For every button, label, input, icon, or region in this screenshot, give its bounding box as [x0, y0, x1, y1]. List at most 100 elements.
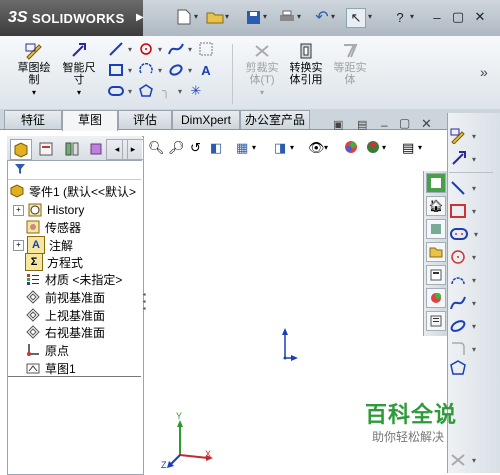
display-style-dropdown-icon[interactable]: ▾	[290, 143, 294, 152]
tree-item-equations[interactable]: Σ 方程式	[25, 253, 83, 271]
sketch-dropdown-icon[interactable]: ▾	[32, 88, 36, 97]
new-document-icon[interactable]	[175, 8, 193, 26]
zoom-to-fit-icon[interactable]: 🔍︎	[148, 140, 165, 156]
slot-dropdown-icon[interactable]: ▾	[128, 87, 134, 96]
circle-right-button[interactable]: ▾	[450, 247, 490, 267]
panel-scroll-right-button[interactable]: ▸	[122, 139, 144, 160]
smart-dimension-dropdown-icon[interactable]: ▾	[77, 88, 81, 97]
expand-icon[interactable]: +	[13, 239, 24, 251]
view-palette-icon[interactable]	[426, 265, 446, 285]
circle-dropdown-icon[interactable]: ▾	[158, 45, 164, 54]
design-library-icon[interactable]	[426, 219, 446, 239]
tree-root[interactable]: 零件1 (默认<<默认>	[9, 182, 136, 200]
view-settings-icon[interactable]: ▤	[402, 140, 414, 156]
menu-expand-arrow[interactable]: ▶	[136, 12, 144, 23]
arc-dropdown-icon[interactable]: ▾	[158, 66, 164, 75]
line-right-button[interactable]: ▾	[450, 178, 490, 198]
circle-icon[interactable]	[138, 41, 154, 57]
ellipse-right-button[interactable]: ▾	[450, 316, 490, 336]
display-style-icon[interactable]: ◨	[274, 140, 286, 156]
help-dropdown-icon[interactable]: ▾	[410, 12, 414, 21]
line-icon[interactable]	[108, 41, 124, 57]
print-dropdown-icon[interactable]: ▾	[297, 12, 301, 21]
tree-item-annotations[interactable]: + A 注解	[13, 236, 73, 254]
spline-icon[interactable]	[168, 41, 184, 57]
filter-icon[interactable]	[14, 163, 26, 178]
previous-view-icon[interactable]: ↺	[190, 140, 201, 156]
rectangle-icon[interactable]	[108, 62, 124, 78]
custom-properties-icon[interactable]	[426, 311, 446, 331]
minimize-button[interactable]: –	[428, 8, 446, 26]
ribbon-expand-icon[interactable]: »	[480, 64, 488, 80]
expand-icon[interactable]: +	[13, 204, 24, 216]
tree-item-material[interactable]: 材质 <未指定>	[25, 270, 122, 288]
close-button[interactable]: ✕	[471, 8, 489, 26]
tree-item-front-plane[interactable]: 前视基准面	[25, 288, 105, 306]
appearances-scenes-icon[interactable]	[426, 288, 446, 308]
point-icon[interactable]: ✳	[188, 83, 204, 99]
tree-item-sensors[interactable]: 传感器	[25, 218, 81, 236]
tab-sketch[interactable]: 草图	[62, 110, 118, 131]
tile-icon[interactable]: ▣	[333, 118, 343, 131]
grid-snap-icon[interactable]	[198, 41, 214, 57]
solidworks-resources-icon[interactable]	[426, 173, 446, 193]
line-dropdown-icon[interactable]: ▾	[128, 45, 134, 54]
property-manager-tab-icon[interactable]	[36, 139, 56, 158]
open-folder-icon[interactable]	[206, 8, 224, 26]
doc-minimize-button[interactable]: –	[381, 118, 388, 132]
file-explorer-icon[interactable]	[426, 242, 446, 262]
split-icon[interactable]: ▤	[357, 118, 367, 131]
tab-evaluate[interactable]: 评估	[118, 110, 172, 129]
tab-dimxpert[interactable]: DimXpert	[172, 110, 240, 129]
new-dropdown-icon[interactable]: ▾	[194, 12, 198, 21]
text-icon[interactable]: A	[198, 62, 214, 78]
ellipse-icon[interactable]	[168, 62, 184, 78]
home-icon[interactable]: 🏠︎	[426, 196, 446, 216]
tree-item-history[interactable]: + History	[13, 201, 84, 219]
view-orientation-icon[interactable]: ▦	[236, 140, 248, 156]
zoom-to-area-icon[interactable]: 🔎︎	[168, 140, 185, 156]
print-icon[interactable]	[278, 8, 296, 26]
hide-show-dropdown-icon[interactable]: ▾	[324, 143, 328, 152]
view-settings-dropdown-icon[interactable]: ▾	[418, 143, 422, 152]
ellipse-dropdown-icon[interactable]: ▾	[188, 66, 194, 75]
slot-icon[interactable]	[108, 83, 124, 99]
rollback-bar[interactable]	[8, 376, 141, 377]
polygon-right-button[interactable]	[450, 358, 490, 378]
open-dropdown-icon[interactable]: ▾	[225, 12, 229, 21]
polygon-icon[interactable]	[138, 83, 154, 99]
arc-right-button[interactable]: ▾	[450, 270, 490, 290]
apply-scene-icon[interactable]	[366, 140, 380, 157]
help-icon[interactable]: ?	[391, 8, 409, 26]
smart-dimension-right-button[interactable]: ▾	[450, 149, 490, 169]
apply-scene-dropdown-icon[interactable]: ▾	[382, 143, 386, 152]
undo-dropdown-icon[interactable]: ▾	[331, 12, 335, 21]
sketch-button[interactable]: 草图绘 制 ▾	[14, 42, 54, 99]
save-icon[interactable]	[244, 8, 262, 26]
tab-features[interactable]: 特征	[4, 110, 62, 129]
tree-item-top-plane[interactable]: 上视基准面	[25, 306, 105, 324]
select-dropdown-icon[interactable]: ▾	[368, 12, 372, 21]
tree-item-origin[interactable]: 原点	[25, 341, 69, 359]
arc-icon[interactable]	[138, 62, 154, 78]
tree-item-right-plane[interactable]: 右视基准面	[25, 323, 105, 341]
spline-right-button[interactable]: ▾	[450, 293, 490, 313]
tree-item-sketch1[interactable]: 草图1	[25, 359, 76, 377]
undo-icon[interactable]: ↶	[313, 8, 331, 26]
edit-appearance-icon[interactable]	[344, 140, 358, 157]
spline-dropdown-icon[interactable]: ▾	[188, 45, 194, 54]
select-arrow-icon[interactable]: ↖	[346, 8, 366, 28]
restore-button[interactable]: ▢	[449, 8, 467, 26]
convert-entities-button[interactable]: 转换实 体引用	[285, 42, 327, 86]
hide-show-items-icon[interactable]: 👁︎	[308, 140, 325, 156]
doc-restore-button[interactable]: ▢	[399, 116, 410, 130]
section-view-icon[interactable]: ◧	[210, 140, 222, 156]
dimxpert-manager-tab-icon[interactable]	[86, 139, 106, 158]
rectangle-dropdown-icon[interactable]: ▾	[128, 66, 134, 75]
configuration-manager-tab-icon[interactable]	[62, 139, 82, 158]
doc-close-button[interactable]: ✕	[421, 116, 432, 132]
slot-right-button[interactable]: ▾	[450, 224, 490, 244]
save-dropdown-icon[interactable]: ▾	[263, 12, 267, 21]
sketch-tool-right-button[interactable]: ▾	[450, 126, 490, 146]
feature-manager-tab-icon[interactable]	[10, 139, 32, 160]
